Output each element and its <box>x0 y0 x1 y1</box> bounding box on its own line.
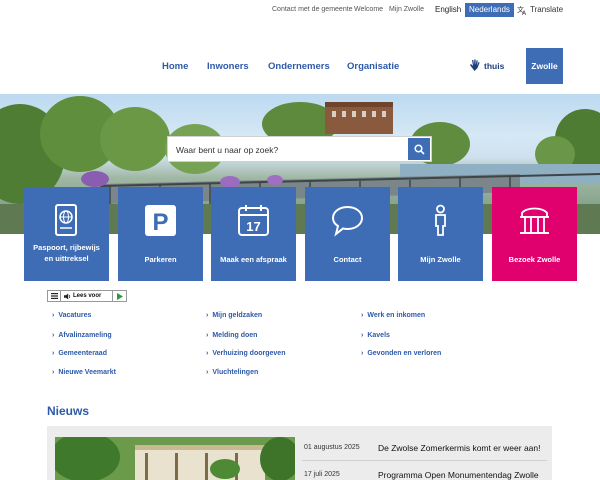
menu-icon <box>50 293 58 299</box>
quicklink-mijn-geldzaken[interactable]: › Mijn geldzaken <box>206 312 262 319</box>
zwolle-logo[interactable]: Zwolle <box>526 48 563 84</box>
nav-inwoners[interactable]: Inwoners <box>207 61 249 72</box>
quicklink-verhuizing[interactable]: › Verhuizing doorgeven <box>206 350 285 357</box>
read-aloud-play-button[interactable] <box>113 291 126 301</box>
tile-paspoort-label: Paspoort, rijbewijs en uittreksel <box>33 243 100 263</box>
tile-contact-label: Contact <box>333 255 362 264</box>
chevron-right-icon: › <box>361 350 364 357</box>
search-button[interactable] <box>408 138 430 160</box>
news-headline-link[interactable]: Programma Open Monumentendag Zwolle <box>378 470 539 480</box>
read-aloud-widget: Lees voor <box>47 290 127 302</box>
thuis-label: thuis <box>484 60 505 71</box>
building-icon <box>520 207 549 234</box>
news-divider <box>302 460 547 461</box>
news-date: 17 juli 2025 <box>304 471 340 478</box>
chevron-right-icon: › <box>361 312 364 319</box>
translate-icon: 文 A <box>517 5 527 15</box>
play-icon <box>116 292 123 300</box>
svg-text:A: A <box>522 10 527 15</box>
search-icon <box>413 143 425 155</box>
speaker-icon <box>64 293 71 299</box>
quicklink-gevonden-en-verloren[interactable]: › Gevonden en verloren <box>361 350 441 357</box>
tile-parkeren[interactable]: P Parkeren <box>118 187 203 281</box>
news-photo[interactable] <box>55 437 295 480</box>
logo-label: Zwolle <box>531 61 558 71</box>
chevron-right-icon: › <box>52 312 55 319</box>
tile-paspoort[interactable]: Paspoort, rijbewijs en uittreksel <box>24 187 109 281</box>
chevron-right-icon: › <box>361 332 364 339</box>
nav-home[interactable]: Home <box>162 61 188 72</box>
news-headline-link[interactable]: De Zwolse Zomerkermis komt er weer aan! <box>378 443 541 453</box>
tile-bezoek-zwolle[interactable]: Bezoek Zwolle <box>492 187 577 281</box>
search-box[interactable]: Waar bent u naar op zoek? <box>167 136 432 162</box>
parking-icon: P <box>145 205 176 236</box>
quicklink-melding-doen[interactable]: › Melding doen <box>206 332 257 339</box>
passport-icon <box>55 204 77 236</box>
utility-bar: Contact met de gemeente Welcome Mijn Zwo… <box>0 0 600 22</box>
person-icon <box>435 204 446 236</box>
quicklink-afvalinzameling[interactable]: › Afvalinzameling <box>52 332 112 339</box>
tile-afspraak[interactable]: 17 Maak een afspraak <box>211 187 296 281</box>
quicklink-gemeenteraad[interactable]: › Gemeenteraad <box>52 350 107 357</box>
chevron-right-icon: › <box>206 369 209 376</box>
news-date: 01 augustus 2025 <box>304 444 360 451</box>
chevron-right-icon: › <box>206 350 209 357</box>
quicklink-kavels[interactable]: › Kavels <box>361 332 390 339</box>
language-english[interactable]: English <box>431 3 465 17</box>
svg-text:P: P <box>152 209 168 236</box>
news-heading: Nieuws <box>47 404 90 418</box>
chevron-right-icon: › <box>206 312 209 319</box>
tile-mijn-zwolle-label: Mijn Zwolle <box>420 255 461 264</box>
quicklink-vluchtelingen[interactable]: › Vluchtelingen <box>206 369 258 376</box>
translate-label: Translate <box>530 5 564 14</box>
nav-ondernemers[interactable]: Ondernemers <box>268 61 330 72</box>
hand-icon <box>470 59 480 71</box>
tile-bezoek-zwolle-label: Bezoek Zwolle <box>508 255 561 264</box>
mijn-zwolle-link[interactable]: Mijn Zwolle <box>389 6 424 13</box>
chevron-right-icon: › <box>52 332 55 339</box>
speech-bubble-icon <box>331 205 364 237</box>
search-input[interactable]: Waar bent u naar op zoek? <box>176 145 278 155</box>
calendar-day: 17 <box>246 219 260 234</box>
language-nederlands[interactable]: Nederlands <box>465 3 514 17</box>
read-aloud-label: Lees voor <box>73 293 102 299</box>
tile-afspraak-label: Maak een afspraak <box>220 255 287 264</box>
chevron-right-icon: › <box>52 369 55 376</box>
calendar-17-icon: 17 <box>238 205 269 236</box>
read-aloud-menu-button[interactable] <box>48 291 61 301</box>
quicklink-vacatures[interactable]: › Vacatures <box>52 312 91 319</box>
tile-parkeren-label: Parkeren <box>144 255 177 264</box>
quicklink-nieuwe-veemarkt[interactable]: › Nieuwe Veemarkt <box>52 369 116 376</box>
quicklink-werk-en-inkomen[interactable]: › Werk en inkomen <box>361 312 425 319</box>
chevron-right-icon: › <box>206 332 209 339</box>
contact-link[interactable]: Contact met de gemeente <box>272 6 353 13</box>
chevron-right-icon: › <box>52 350 55 357</box>
translate-button[interactable]: 文 A Translate <box>517 3 563 17</box>
tile-contact[interactable]: Contact <box>305 187 390 281</box>
thuis-logo[interactable]: thuis <box>468 59 504 72</box>
tile-mijn-zwolle[interactable]: Mijn Zwolle <box>398 187 483 281</box>
nav-organisatie[interactable]: Organisatie <box>347 61 399 72</box>
welcome-link[interactable]: Welcome <box>354 6 383 13</box>
read-aloud-button[interactable]: Lees voor <box>61 291 113 301</box>
